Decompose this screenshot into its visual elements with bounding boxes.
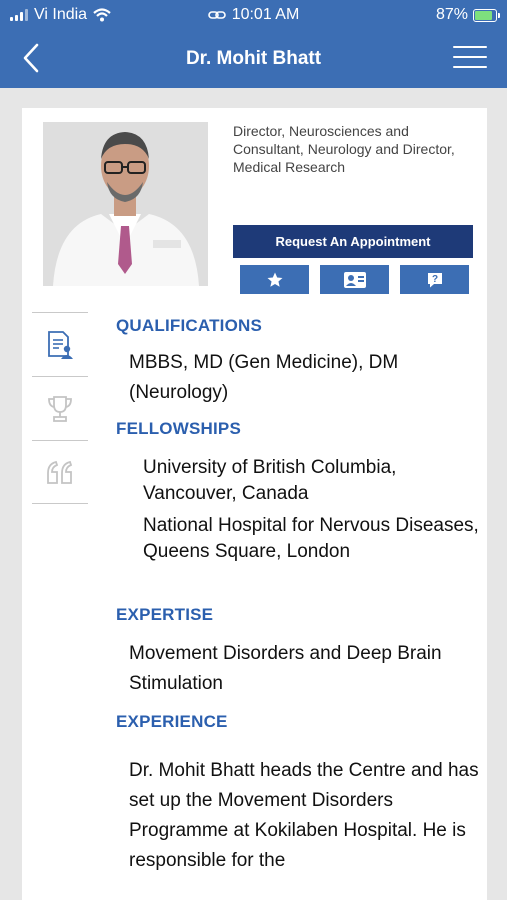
experience-heading: EXPERIENCE xyxy=(116,712,228,731)
menu-button[interactable] xyxy=(453,46,487,70)
side-nav-testimonials[interactable] xyxy=(32,440,88,504)
qualifications-heading: QUALIFICATIONS xyxy=(116,316,263,335)
status-center: 10:01 AM xyxy=(0,6,507,24)
doctor-photo xyxy=(43,122,208,286)
expertise-text: Movement Disorders and Deep Brain Stimul… xyxy=(129,643,442,694)
battery-icon xyxy=(473,8,500,22)
doctor-profile-card: Director, Neurosciences and Consultant, … xyxy=(22,108,487,900)
link-icon xyxy=(207,11,226,19)
contact-card-icon xyxy=(343,271,366,288)
experience-text: Dr. Mohit Bhatt heads the Centre and has… xyxy=(129,760,479,871)
document-user-icon xyxy=(48,330,73,359)
side-nav-awards[interactable] xyxy=(32,376,88,440)
expertise-heading: EXPERTISE xyxy=(116,605,214,624)
doctor-designation: Director, Neurosciences and Consultant, … xyxy=(233,123,455,175)
profile-actions: ? xyxy=(240,265,469,294)
section-side-nav xyxy=(32,312,88,504)
status-bar: Vi India 10:01 AM 87% xyxy=(0,0,507,30)
qualifications-text: MBBS, MD (Gen Medicine), DM (Neurology) xyxy=(129,352,399,403)
favorite-button[interactable] xyxy=(240,265,309,294)
nav-bar: Dr. Mohit Bhatt xyxy=(0,30,507,88)
request-appointment-button[interactable]: Request An Appointment xyxy=(233,225,473,258)
quote-icon xyxy=(47,460,73,484)
menu-icon xyxy=(453,46,487,68)
page-title: Dr. Mohit Bhatt xyxy=(185,48,322,69)
fellowships-heading: FELLOWSHIPS xyxy=(116,419,241,438)
battery-percent: 87% xyxy=(435,6,468,23)
fellowship-item: National Hospital for Nervous Diseases, … xyxy=(143,515,479,562)
contact-button[interactable] xyxy=(320,265,389,294)
trophy-icon xyxy=(48,395,72,422)
star-icon xyxy=(267,272,282,287)
side-nav-qualifications[interactable] xyxy=(32,312,88,376)
question-icon: ? xyxy=(427,272,442,287)
status-time: 10:01 AM xyxy=(231,6,300,23)
svg-text:?: ? xyxy=(431,274,437,285)
query-button[interactable]: ? xyxy=(400,265,469,294)
profile-content: QUALIFICATIONS MBBS, MD (Gen Medicine), … xyxy=(116,312,486,876)
fellowship-item: University of British Columbia, Vancouve… xyxy=(143,457,397,504)
status-right: 87% xyxy=(435,6,500,24)
